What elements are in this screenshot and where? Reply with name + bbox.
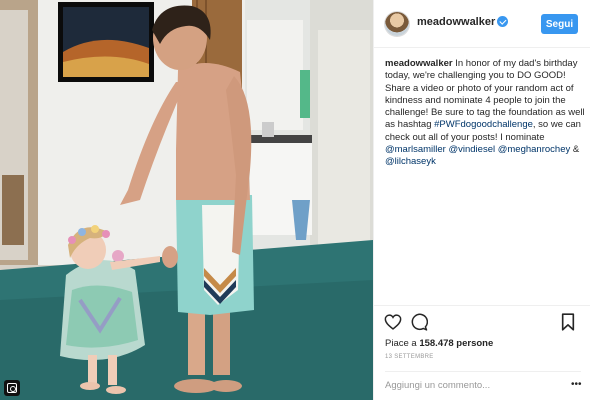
follow-button[interactable]: Segui bbox=[541, 14, 578, 34]
more-options-icon[interactable]: ••• bbox=[571, 380, 582, 390]
comment-icon[interactable] bbox=[410, 313, 428, 331]
username[interactable]: meadowwalker bbox=[417, 16, 495, 28]
mention-separator: & bbox=[570, 144, 580, 156]
likes-number[interactable]: 158.478 persone bbox=[419, 338, 493, 349]
mention-link[interactable]: @marlsamiller bbox=[385, 144, 446, 155]
mention-link[interactable]: @lilchaseyk bbox=[385, 156, 436, 167]
mention-link[interactable]: @vindiesel bbox=[448, 144, 495, 155]
post-caption: meadowwalker In honor of my dad's birthd… bbox=[385, 58, 585, 169]
post-photo[interactable] bbox=[0, 0, 373, 400]
post-date[interactable]: 13 settembre bbox=[385, 354, 434, 360]
heart-icon[interactable] bbox=[384, 314, 402, 330]
save-icon[interactable] bbox=[561, 313, 575, 331]
instagram-post: meadowwalker Segui meadowwalker In honor… bbox=[0, 0, 590, 400]
likes-count[interactable]: Piace a 158.478 persone bbox=[385, 338, 493, 349]
hashtag-link[interactable]: #PWFdogoodchallenge bbox=[434, 119, 533, 130]
likes-prefix: Piace a bbox=[385, 338, 420, 349]
comment-input[interactable] bbox=[385, 378, 565, 392]
comment-bar: ••• bbox=[385, 371, 582, 395]
verified-badge-icon bbox=[497, 16, 508, 27]
post-sidebar: meadowwalker Segui meadowwalker In honor… bbox=[373, 0, 590, 400]
photo-illustration bbox=[0, 0, 373, 400]
avatar[interactable] bbox=[385, 12, 409, 36]
mention-link[interactable]: @meghanrochey bbox=[498, 144, 571, 155]
post-header: meadowwalker Segui bbox=[374, 0, 590, 48]
caption-author[interactable]: meadowwalker bbox=[385, 58, 453, 69]
action-bar bbox=[374, 305, 590, 335]
instagram-logo-icon bbox=[4, 380, 20, 396]
